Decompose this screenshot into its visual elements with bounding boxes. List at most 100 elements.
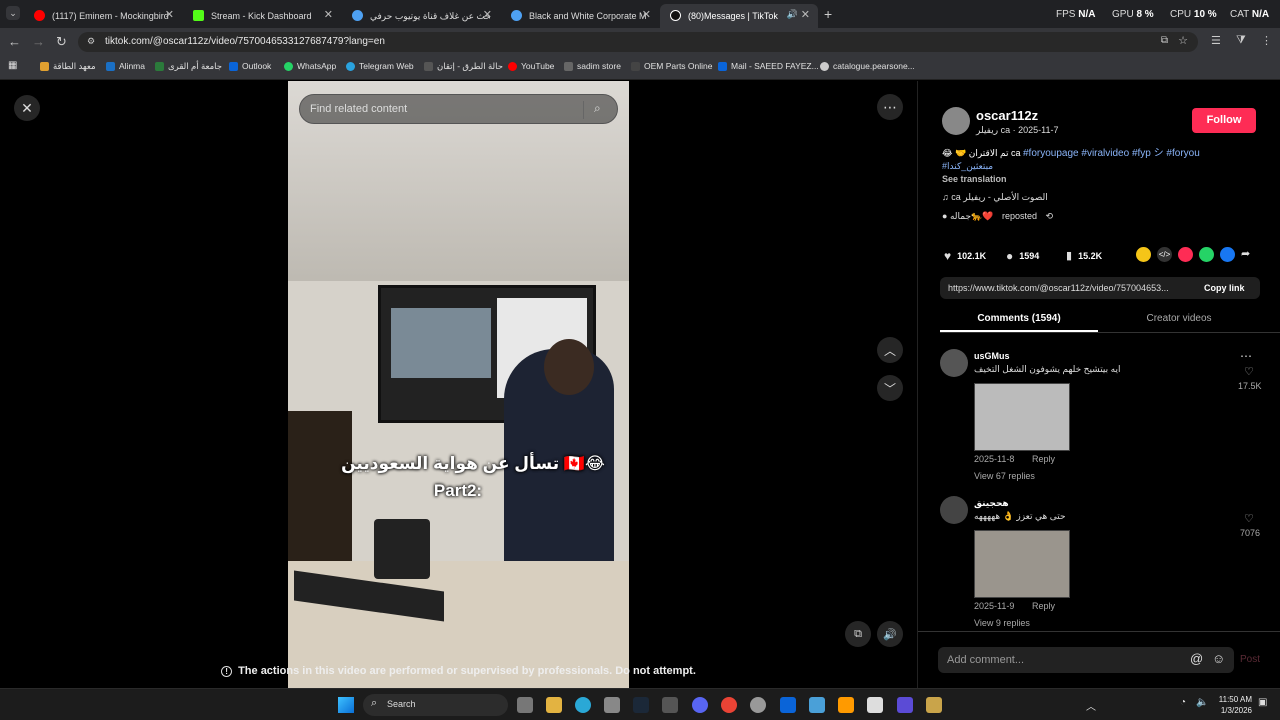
install-app-icon[interactable]: ⧉ — [1161, 35, 1168, 46]
outlook-icon[interactable] — [780, 697, 796, 713]
hashtag-link[interactable]: #مبتعثين_كندا — [942, 161, 993, 171]
reposter-name[interactable]: جماله🐆❤️ — [950, 211, 994, 221]
photos-icon[interactable] — [809, 697, 825, 713]
app-icon[interactable] — [897, 697, 913, 713]
bookmark-icon[interactable]: ▮ — [1066, 249, 1072, 262]
send-icon[interactable] — [1178, 247, 1193, 262]
bookmark-pearson[interactable]: catalogue.pearsone... — [820, 61, 915, 71]
clock[interactable]: 11:50 AM 1/3/2026 — [1212, 694, 1252, 716]
comment-more-icon[interactable]: ⋯ — [1240, 349, 1252, 363]
volume-icon[interactable]: 🔈 — [1196, 697, 1208, 708]
notifications-icon[interactable]: ▣ — [1258, 697, 1267, 708]
speaker-icon[interactable]: 🔊 — [787, 9, 798, 20]
view-replies-link[interactable]: View 9 replies — [974, 618, 1030, 628]
url-text[interactable]: tiktok.com/@oscar112z/video/757004653312… — [105, 36, 385, 47]
mention-icon[interactable]: @ — [1190, 651, 1203, 666]
avatar[interactable] — [940, 349, 968, 377]
comment-icon[interactable]: ● — [1006, 249, 1013, 263]
app-icon[interactable] — [926, 697, 942, 713]
tab-corporate[interactable]: Black and White Corporate M ✕ — [501, 4, 659, 28]
tray-chevron-icon[interactable]: ︿ — [1086, 698, 1096, 713]
apps-icon[interactable]: ▦ — [8, 60, 17, 71]
comment-image[interactable] — [974, 530, 1070, 598]
tab-list-dropdown[interactable]: ⌄ — [6, 6, 20, 20]
file-explorer-icon[interactable] — [546, 697, 562, 713]
search-icon[interactable]: ⌕ — [594, 101, 601, 116]
comment-reply-link[interactable]: Reply — [1032, 454, 1055, 464]
next-video-button[interactable]: ﹀ — [877, 375, 903, 401]
view-replies-link[interactable]: View 67 replies — [974, 471, 1035, 481]
app-icon[interactable] — [867, 697, 883, 713]
video-player[interactable]: تسأل عن هواية السعوديين 🇨🇦😂 Part2: — [288, 81, 629, 688]
bookmark-mail[interactable]: Mail - SAEED FAYEZ... — [718, 61, 819, 71]
reload-icon[interactable]: ↻ — [56, 34, 67, 50]
app-icon[interactable] — [662, 697, 678, 713]
tab-kick-dashboard[interactable]: Stream - Kick Dashboard ✕ — [183, 4, 341, 28]
back-icon[interactable]: ← — [8, 34, 21, 49]
bookmark-youtube[interactable]: YouTube — [508, 61, 554, 71]
find-related-search[interactable]: Find related content ⌕ — [299, 94, 618, 124]
hashtags-link[interactable]: #foryoupage #viralvideo #fyp シ #foryou — [1023, 148, 1200, 159]
illustrator-icon[interactable] — [838, 697, 854, 713]
volume-button[interactable]: 🔊 — [877, 621, 903, 647]
discord-icon[interactable] — [692, 697, 708, 713]
app-icon[interactable] — [750, 697, 766, 713]
tab-eminem[interactable]: (1117) Eminem - Mockingbird ✕ — [24, 4, 182, 28]
coin-icon[interactable] — [1136, 247, 1151, 262]
forward-icon[interactable]: → — [32, 34, 45, 49]
comment-count[interactable]: ● 1594 — [1006, 249, 1039, 263]
see-translation-link[interactable]: See translation — [942, 174, 1007, 184]
tab-youtube-cover-search[interactable]: بحث عن غلاف قناة يوتيوب حرفي ✕ — [342, 4, 500, 28]
bookmark-energy-institute[interactable]: معهد الطاقة — [40, 61, 96, 72]
bookmark-road-status[interactable]: حالة الطرق - إتقان — [424, 61, 503, 72]
tab-tiktok[interactable]: (80)Messages | TikTok 🔊 ✕ — [660, 4, 818, 28]
whatsapp-icon[interactable] — [1199, 247, 1214, 262]
search-input[interactable]: Find related content — [310, 103, 407, 115]
task-view-icon[interactable] — [517, 697, 533, 713]
bookmark-telegram[interactable]: Telegram Web — [346, 61, 414, 71]
wifi-icon[interactable]: ◔ — [1180, 697, 1186, 708]
embed-icon[interactable]: </> — [1157, 247, 1172, 262]
bookmark-star-icon[interactable]: ☆ — [1178, 34, 1188, 47]
extensions-icon[interactable]: ⧩ — [1236, 34, 1246, 47]
bookmark-umm-alqura[interactable]: جامعة أم القرى — [155, 61, 222, 72]
heart-icon[interactable]: ♥ — [944, 249, 951, 263]
like-count[interactable]: ♥ 102.1K — [944, 249, 986, 263]
picture-in-picture-button[interactable]: ⧉ — [845, 621, 871, 647]
sound-link[interactable]: ♫ ca الصوت الأصلي - ريفيلر — [942, 192, 1048, 203]
site-settings-icon[interactable]: ⚙ — [87, 36, 95, 47]
emoji-icon[interactable]: ☺ — [1212, 651, 1225, 666]
bookmark-outlook[interactable]: Outlook — [229, 61, 271, 71]
comment-reply-link[interactable]: Reply — [1032, 601, 1055, 611]
taskbar-search[interactable]: ⌕ Search — [363, 694, 508, 716]
add-comment-box[interactable]: Add comment... @ ☺ — [938, 647, 1234, 673]
bookmark-whatsapp[interactable]: WhatsApp — [284, 61, 336, 71]
close-tab-icon[interactable]: ✕ — [642, 8, 651, 21]
address-bar[interactable]: ⚙ tiktok.com/@oscar112z/video/7570046533… — [78, 32, 1198, 52]
new-tab-button[interactable]: + — [824, 6, 832, 22]
comment-image[interactable] — [974, 383, 1070, 451]
edge-icon[interactable] — [575, 697, 591, 713]
follow-button[interactable]: Follow — [1192, 108, 1256, 133]
post-comment-button[interactable]: Post — [1240, 654, 1260, 665]
tab-comments[interactable]: Comments (1594) — [940, 313, 1098, 324]
close-tab-icon[interactable]: ✕ — [165, 8, 174, 21]
close-tab-icon[interactable]: ✕ — [324, 8, 333, 21]
menu-icon[interactable]: ⋮ — [1261, 34, 1272, 47]
comment-username[interactable]: ﻫﺤﺠﻴﻨﻖ — [974, 498, 1009, 509]
bookmark-sadim-store[interactable]: sadim store — [564, 61, 621, 71]
more-options-button[interactable]: ⋯ — [877, 94, 903, 120]
chrome-icon[interactable] — [721, 697, 737, 713]
reading-list-icon[interactable]: ☰ — [1211, 34, 1221, 47]
bookmark-alinma[interactable]: Alinma — [106, 61, 145, 71]
copy-link-button[interactable]: Copy link — [1204, 283, 1245, 293]
heart-icon[interactable]: ♡ — [1244, 512, 1254, 525]
store-icon[interactable] — [604, 697, 620, 713]
author-avatar[interactable] — [942, 107, 970, 135]
steam-icon[interactable] — [633, 697, 649, 713]
avatar[interactable] — [940, 496, 968, 524]
close-video-button[interactable]: ✕ — [14, 95, 40, 121]
bookmark-oem-parts[interactable]: OEM Parts Online — [631, 61, 713, 71]
facebook-icon[interactable] — [1220, 247, 1235, 262]
close-tab-icon[interactable]: ✕ — [801, 8, 810, 21]
